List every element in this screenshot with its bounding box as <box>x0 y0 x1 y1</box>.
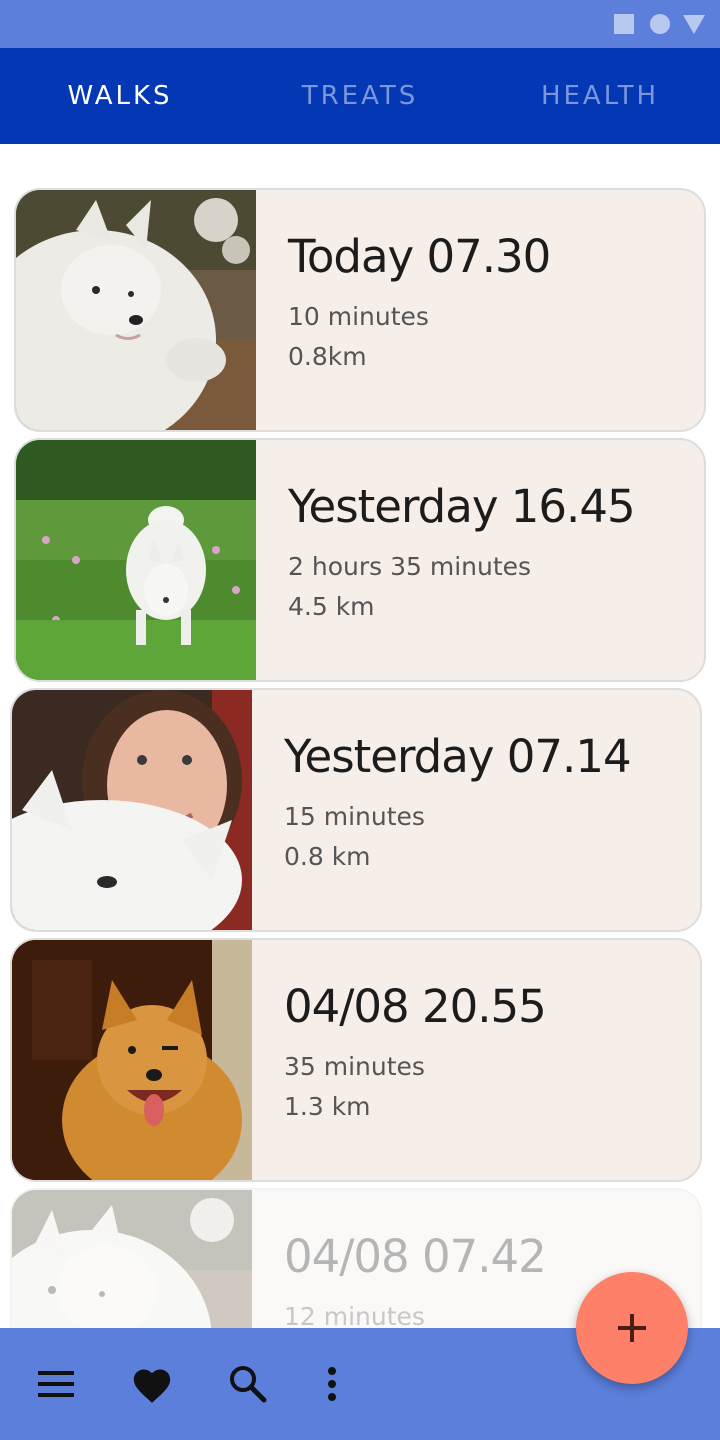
walk-duration: 15 minutes <box>284 802 425 831</box>
walk-card[interactable]: Today 07.30 10 minutes 0.8km <box>14 188 706 432</box>
walk-distance: 0.8 km <box>284 842 371 871</box>
add-walk-fab[interactable] <box>576 1272 688 1384</box>
white-dog-lying-photo <box>16 190 256 430</box>
circle-icon <box>650 14 670 34</box>
woman-with-white-dog-photo <box>12 690 252 930</box>
tab-bar: WALKS TREATS HEALTH <box>0 48 720 144</box>
triangle-icon <box>683 15 705 34</box>
walk-duration: 2 hours 35 minutes <box>288 552 532 581</box>
tab-health[interactable]: HEALTH <box>480 48 720 144</box>
walk-distance: 1.3 km <box>284 1092 371 1121</box>
walk-title: Today 07.30 <box>288 230 551 283</box>
tab-treats[interactable]: TREATS <box>240 48 480 144</box>
walk-card[interactable]: Yesterday 07.14 15 minutes 0.8 km <box>10 688 702 932</box>
walk-card[interactable]: 04/08 20.55 35 minutes 1.3 km <box>10 938 702 1182</box>
search-icon[interactable] <box>220 1356 276 1412</box>
white-dog-lying-photo <box>12 1190 252 1328</box>
walk-card[interactable]: Yesterday 16.45 2 hours 35 minutes 4.5 k… <box>14 438 706 682</box>
walk-title: Yesterday 07.14 <box>284 730 632 783</box>
more-vert-icon[interactable] <box>304 1356 360 1412</box>
square-icon <box>614 14 634 34</box>
menu-icon[interactable] <box>28 1356 84 1412</box>
status-bar <box>0 0 720 48</box>
walk-distance: 0.8km <box>288 342 367 371</box>
walk-title: Yesterday 16.45 <box>288 480 636 533</box>
add-icon <box>618 1314 646 1342</box>
orange-dog-smiling-photo <box>12 940 252 1180</box>
walk-duration: 35 minutes <box>284 1052 425 1081</box>
white-dog-in-grass-photo <box>16 440 256 680</box>
walk-distance: 4.5 km <box>288 592 375 621</box>
heart-icon[interactable] <box>124 1356 180 1412</box>
walk-duration: 10 minutes <box>288 302 429 331</box>
walk-title: 04/08 07.42 <box>284 1230 547 1283</box>
walk-duration: 12 minutes <box>284 1302 425 1328</box>
walk-list: Today 07.30 10 minutes 0.8km Yesterday 1… <box>0 144 720 1328</box>
tab-walks[interactable]: WALKS <box>0 48 240 144</box>
walk-title: 04/08 20.55 <box>284 980 547 1033</box>
